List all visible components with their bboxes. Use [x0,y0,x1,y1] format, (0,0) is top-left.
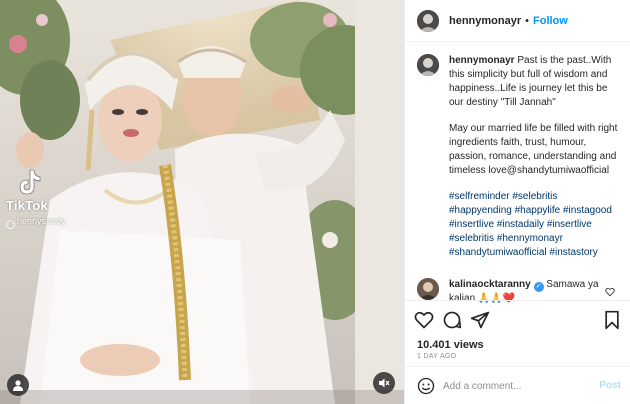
profile-photo-icon [417,278,439,300]
caption-avatar[interactable] [417,54,439,76]
post-side-panel: hennymonayr • Follow hennymonayr Past is… [404,0,630,404]
hashtag-line[interactable]: #selebritis #hennymonayr [449,232,623,246]
wedding-scene-image [0,0,404,404]
tiktok-logo-icon [19,169,41,195]
caption-area: hennymonayr Past is the past..With this … [405,54,630,266]
commenter-username-link[interactable]: kalinaocktaranny [449,279,531,290]
user-tag-button[interactable] [7,374,29,396]
tiktok-brand-text: TikTok [6,198,48,213]
tiktok-user-text: hennysandy [17,216,66,226]
comment-input[interactable] [443,375,593,397]
hashtag-list: #selfreminder #selebritis #happyending #… [449,190,623,260]
add-comment-bar: Post [405,366,630,404]
post-header: hennymonayr • Follow [405,0,630,42]
share-button[interactable] [469,309,491,331]
separator-dot: • [525,14,529,27]
profile-photo-icon [417,9,439,32]
hashtag-line[interactable]: #happyending #happylife #instagood [449,204,623,218]
caption-username-link[interactable]: hennymonayr [449,55,515,66]
save-button[interactable] [601,309,623,331]
comment-icon [443,311,462,329]
avatar[interactable] [417,9,439,32]
like-button[interactable] [413,309,435,331]
heart-icon [414,311,434,329]
post-comment-button[interactable]: Post [599,380,621,391]
hashtag-line[interactable]: #selfreminder #selebritis [449,190,623,204]
caption-paragraph-2: May our married life be filled with righ… [449,123,618,176]
header-username-link[interactable]: hennymonayr [449,15,521,27]
bookmark-icon [605,310,619,330]
emoji-button[interactable] [415,375,437,397]
view-count[interactable]: 10.401 views [417,339,484,351]
caption-text: hennymonayr Past is the past..With this … [449,54,623,110]
caption: hennymonayr Past is the past..With this … [405,54,630,266]
hashtag-line[interactable]: #shandytumiwaofficial #instastory [449,246,623,260]
heart-icon [605,287,615,297]
profile-photo-icon [417,54,439,76]
post-time-ago: 1 DAY AGO [417,353,457,360]
share-icon [470,311,490,329]
follow-button[interactable]: Follow [533,15,568,27]
tiktok-username: @ hennysandy [6,216,66,229]
post-video[interactable]: TikTok @ hennysandy [0,0,404,404]
user-tag-icon [13,380,23,391]
mute-button[interactable] [373,372,395,394]
comment-button[interactable] [441,309,463,331]
smiley-icon [417,377,435,395]
commenter-avatar[interactable] [417,278,439,300]
speaker-muted-icon [379,378,390,388]
at-icon: @ [6,220,15,229]
verified-badge-icon: ✓ [533,282,544,292]
hashtag-line[interactable]: #insertlive #instadaily #insertlive [449,218,623,232]
